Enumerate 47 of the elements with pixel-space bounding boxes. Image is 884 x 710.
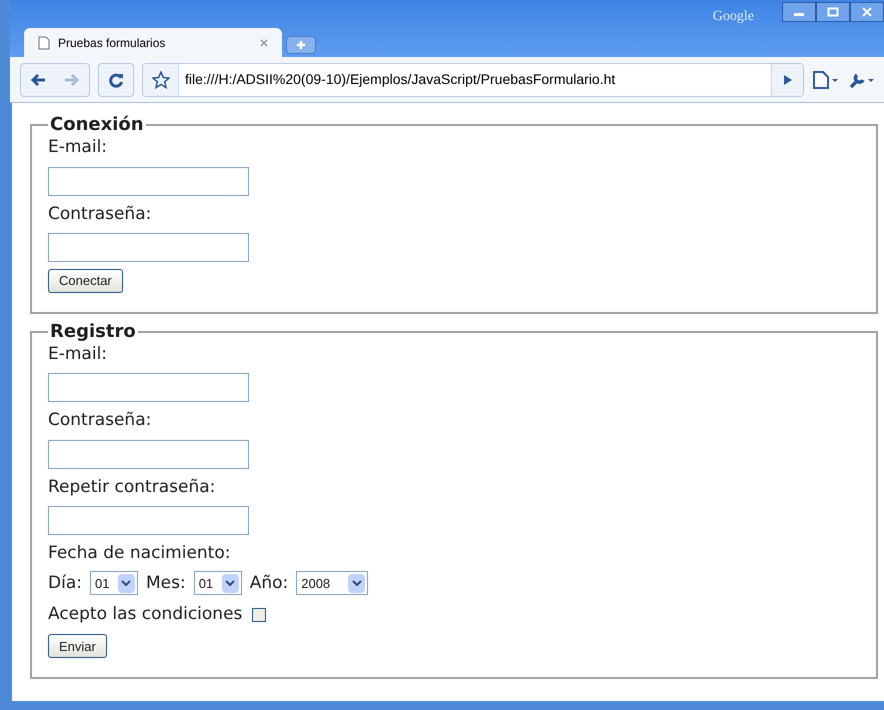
- maximize-button[interactable]: [816, 2, 850, 22]
- browser-tab[interactable]: Pruebas formularios: [24, 28, 282, 57]
- input-field[interactable]: [48, 233, 249, 262]
- field-label: Contraseña:: [48, 409, 152, 432]
- input-field[interactable]: [48, 506, 249, 535]
- field-label: Acepto las condiciones: [48, 603, 242, 626]
- field-label: E-mail:: [48, 342, 108, 366]
- brand-label: Google: [712, 8, 754, 26]
- field-label: Contraseña:: [48, 202, 152, 226]
- submit-button[interactable]: Conectar: [48, 268, 123, 293]
- chevron-down-icon: [352, 579, 362, 588]
- input-field[interactable]: [48, 440, 249, 468]
- field-label: E-mail:: [48, 136, 108, 159]
- field-label: Año:: [250, 572, 288, 594]
- reload-icon: [108, 72, 124, 88]
- chevron-down-icon: [121, 579, 132, 588]
- plus-icon: [296, 40, 306, 50]
- play-icon[interactable]: [782, 74, 792, 86]
- dropdown[interactable]: 01: [90, 571, 138, 596]
- new-tab-button[interactable]: [286, 36, 316, 54]
- submit-button[interactable]: Enviar: [48, 634, 107, 658]
- dropdown[interactable]: 2008: [296, 571, 368, 596]
- page-menu-icon[interactable]: [812, 70, 840, 90]
- close-icon[interactable]: [260, 38, 268, 46]
- url-text: file:///H:/ADSII%20(09-10)/Ejemplos/JavaScript/PruebasFormulario.ht: [184, 70, 616, 89]
- minimize-button[interactable]: [782, 2, 816, 22]
- close-icon: [861, 7, 873, 17]
- checkbox[interactable]: [252, 608, 266, 622]
- address-bar[interactable]: file:///H:/ADSII%20(09-10)/Ejemplos/JavaScript/PruebasFormulario.ht: [142, 62, 804, 96]
- chevron-down-icon: [225, 579, 236, 588]
- section-title: Conexión: [49, 115, 145, 135]
- arrow-left-icon: [30, 72, 46, 86]
- tab-title: Pruebas formularios: [58, 34, 166, 52]
- dropdown[interactable]: 01: [194, 571, 242, 596]
- star-icon[interactable]: [152, 70, 170, 88]
- input-field[interactable]: [48, 166, 249, 196]
- arrow-right-icon: [64, 72, 80, 86]
- field-label: Repetir contraseña:: [48, 476, 216, 498]
- page-icon: [38, 36, 50, 50]
- input-field[interactable]: [48, 373, 249, 402]
- maximize-icon: [827, 7, 839, 17]
- field-label: Día:: [48, 572, 82, 594]
- section-title: Registro: [49, 322, 137, 342]
- field-label: Fecha de nacimiento:: [48, 542, 232, 565]
- close-button[interactable]: [850, 2, 884, 22]
- field-label: Mes:: [146, 572, 186, 594]
- reload-button[interactable]: [98, 62, 134, 96]
